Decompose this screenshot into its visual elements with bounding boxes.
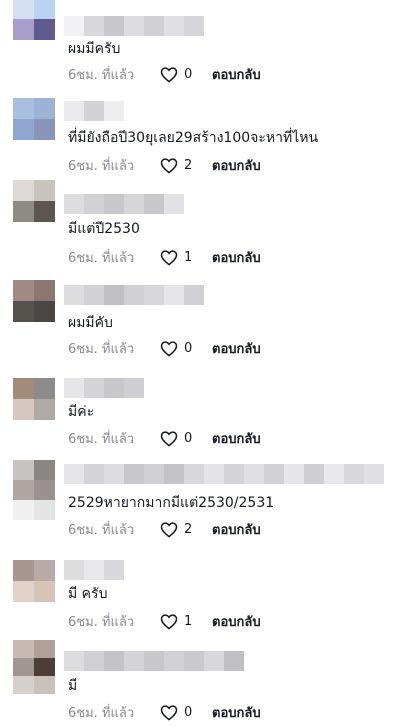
avatar[interactable] — [13, 0, 55, 40]
comment-time: 6ชม. ที่แล้ว — [68, 431, 135, 447]
comment-time: 6ชม. ที่แล้ว — [68, 522, 135, 538]
like-count: 0 — [184, 66, 193, 82]
comment-time: 6ชม. ที่แล้ว — [68, 158, 135, 174]
reply-button[interactable]: ตอบกลับ — [212, 64, 261, 85]
like-button[interactable]: 0 — [160, 430, 206, 447]
like-count: 2 — [184, 521, 193, 537]
heart-icon — [160, 66, 178, 83]
comment-time: 6ชม. ที่แล้ว — [68, 67, 135, 83]
reply-button[interactable]: ตอบกลับ — [212, 519, 261, 540]
like-button[interactable]: 2 — [160, 521, 206, 538]
reply-button[interactable]: ตอบกลับ — [212, 155, 261, 176]
like-button[interactable]: 0 — [160, 66, 206, 83]
heart-icon — [160, 430, 178, 447]
avatar[interactable] — [13, 640, 55, 694]
username-blurred[interactable] — [64, 464, 384, 484]
like-button[interactable]: 1 — [160, 613, 206, 630]
heart-icon — [160, 157, 178, 174]
like-count: 1 — [184, 249, 193, 265]
username-blurred[interactable] — [64, 16, 204, 36]
like-button[interactable]: 0 — [160, 704, 206, 721]
comment-meta: 6ชม. ที่แล้ว 0 ตอบกลับ — [68, 428, 261, 448]
comment-time: 6ชม. ที่แล้ว — [68, 250, 135, 266]
username-blurred[interactable] — [64, 285, 204, 305]
comment-time: 6ชม. ที่แล้ว — [68, 614, 135, 630]
reply-button[interactable]: ตอบกลับ — [212, 247, 261, 268]
like-count: 2 — [184, 157, 193, 173]
comment-text: ผมมีคับ — [68, 315, 113, 331]
heart-icon — [160, 704, 178, 721]
heart-icon — [160, 340, 178, 357]
comment-time: 6ชม. ที่แล้ว — [68, 341, 135, 357]
comment-text: ผมมีครับ — [68, 41, 121, 57]
comment-text: ที่มียังถือปี30ยุเลย29สร้าง100จะหาที่ไหน — [68, 130, 319, 146]
like-button[interactable]: 1 — [160, 249, 206, 266]
heart-icon — [160, 613, 178, 630]
comment-time: 6ชม. ที่แล้ว — [68, 705, 135, 721]
reply-button[interactable]: ตอบกลับ — [212, 338, 261, 359]
username-blurred[interactable] — [64, 194, 184, 214]
reply-button[interactable]: ตอบกลับ — [212, 428, 261, 449]
like-count: 0 — [184, 704, 193, 720]
heart-icon — [160, 249, 178, 266]
comment-meta: 6ชม. ที่แล้ว 1 ตอบกลับ — [68, 611, 261, 631]
comment-meta: 6ชม. ที่แล้ว 0 ตอบกลับ — [68, 702, 261, 722]
comment-meta: 6ชม. ที่แล้ว 1 ตอบกลับ — [68, 247, 261, 267]
comment-meta: 6ชม. ที่แล้ว 2 ตอบกลับ — [68, 519, 261, 539]
comment-text: มีค่ะ — [68, 404, 95, 420]
avatar[interactable] — [13, 560, 55, 602]
reply-button[interactable]: ตอบกลับ — [212, 702, 261, 723]
username-blurred[interactable] — [64, 101, 124, 121]
like-count: 0 — [184, 340, 193, 356]
comment-meta: 6ชม. ที่แล้ว 0 ตอบกลับ — [68, 338, 261, 358]
comment-meta: 6ชม. ที่แล้ว 2 ตอบกลับ — [68, 155, 261, 175]
like-button[interactable]: 0 — [160, 340, 206, 357]
comment-text: มี ครับ — [68, 586, 108, 602]
comment-text: มี — [68, 678, 78, 694]
like-button[interactable]: 2 — [160, 157, 206, 174]
avatar[interactable] — [13, 180, 55, 222]
comment-text: 2529หายากมากมีแต่2530/2531 — [68, 495, 275, 511]
avatar[interactable] — [13, 98, 55, 140]
username-blurred[interactable] — [64, 651, 244, 671]
heart-icon — [160, 521, 178, 538]
username-blurred[interactable] — [64, 560, 124, 580]
avatar[interactable] — [13, 460, 55, 520]
avatar[interactable] — [13, 378, 55, 420]
like-count: 1 — [184, 613, 193, 629]
comment-text: มีแต่ปี2530 — [68, 221, 140, 237]
comment-meta: 6ชม. ที่แล้ว 0 ตอบกลับ — [68, 64, 261, 84]
avatar[interactable] — [13, 280, 55, 322]
username-blurred[interactable] — [64, 378, 144, 398]
like-count: 0 — [184, 430, 193, 446]
reply-button[interactable]: ตอบกลับ — [212, 611, 261, 632]
